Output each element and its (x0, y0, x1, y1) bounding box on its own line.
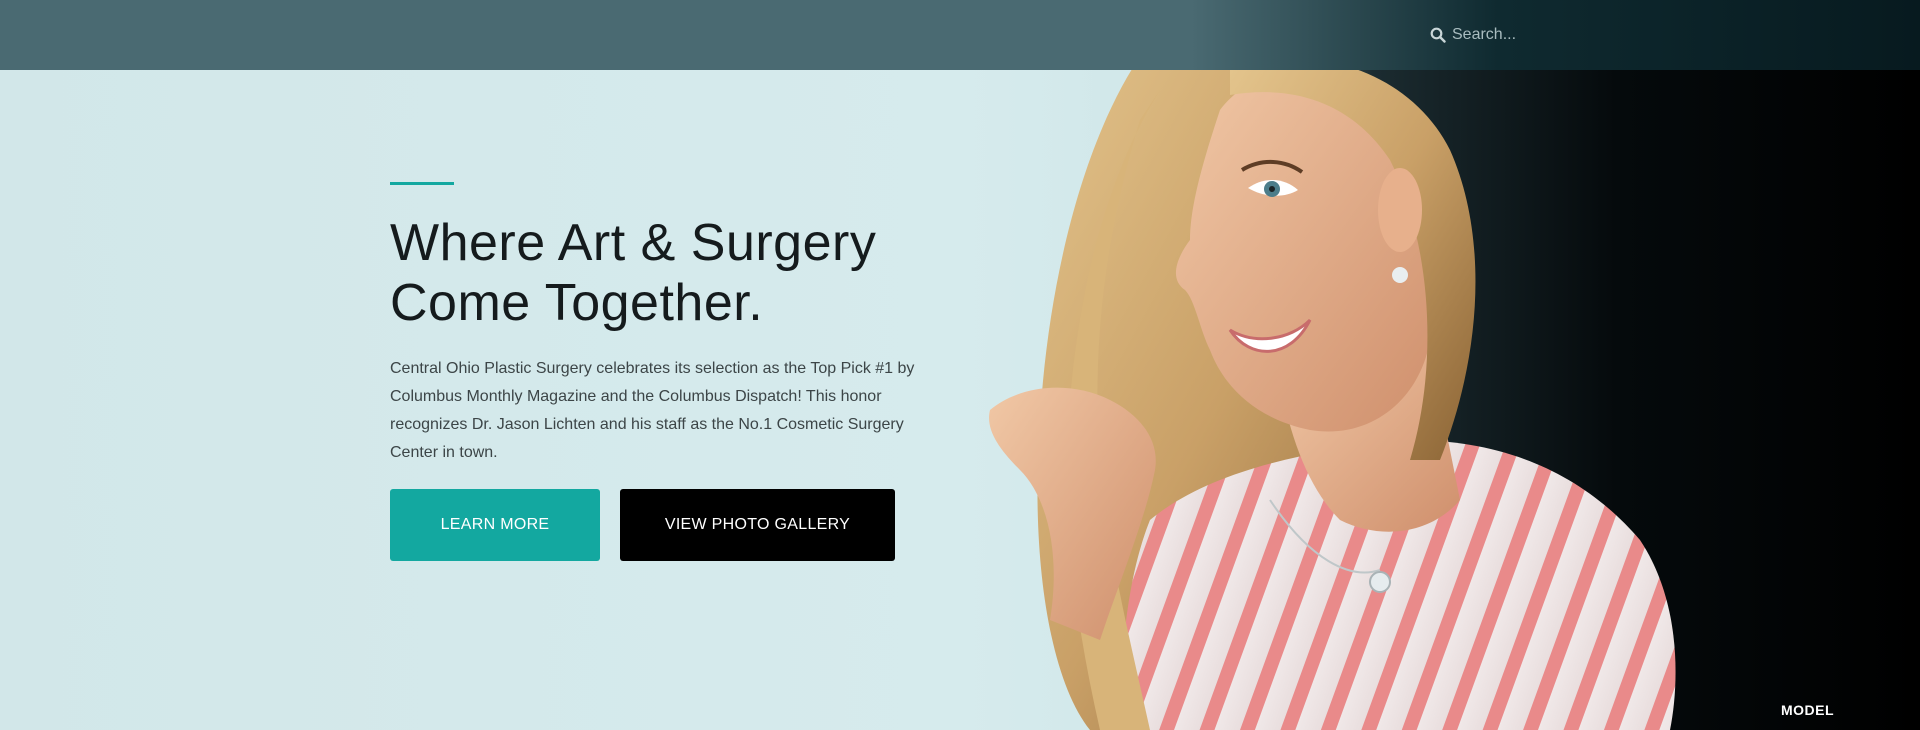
hero-buttons: LEARN MORE VIEW PHOTO GALLERY (390, 489, 950, 561)
model-photo (989, 10, 1676, 730)
photo-caption: MODEL (1780, 702, 1834, 718)
top-navigation-bar (0, 0, 1920, 70)
search-input[interactable] (1452, 26, 1652, 44)
hero-section: Where Art & Surgery Come Together. Centr… (0, 0, 1920, 730)
hero-description: Central Ohio Plastic Surgery celebrates … (390, 360, 915, 461)
search-icon (1430, 27, 1446, 43)
search-bar (1430, 22, 1652, 48)
headline-line-1: Where Art & Surgery (390, 214, 877, 272)
headline-line-2: Come Together. (390, 274, 764, 332)
accent-rule (390, 182, 454, 185)
hero-headline: Where Art & Surgery Come Together. (390, 213, 950, 333)
hero-content: Where Art & Surgery Come Together. Centr… (390, 182, 950, 561)
learn-more-button[interactable]: LEARN MORE (390, 489, 600, 561)
view-photo-gallery-button[interactable]: VIEW PHOTO GALLERY (620, 489, 895, 561)
